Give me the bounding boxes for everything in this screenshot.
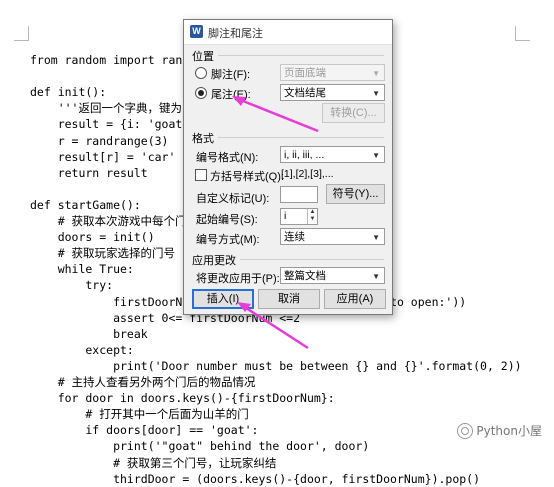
start-at-label: 起始编号(S):	[196, 214, 258, 226]
custom-mark-label: 自定义标记(U):	[196, 193, 270, 205]
dialog-title: 脚注和尾注	[208, 28, 263, 40]
chevron-down-icon: ▼	[372, 151, 380, 160]
numbering-select[interactable]: 连续 ▼	[280, 228, 385, 245]
position-separator	[218, 55, 384, 56]
endnote-radio[interactable]	[195, 87, 207, 99]
code-line: result[r] = 'car'	[30, 149, 176, 164]
footnote-label: 脚注(F):	[211, 69, 251, 81]
spin-up-down-icon[interactable]: ▲ ▼	[307, 209, 317, 224]
chevron-down-icon: ▼	[372, 233, 380, 242]
code-line: # 主持人查看另外两个门后的物品情况	[30, 375, 256, 389]
format-separator	[218, 137, 384, 138]
watermark-text: Python小屋	[476, 424, 542, 438]
apply-to-label: 将更改应用于(P):	[196, 273, 280, 285]
endnote-label: 尾注(E):	[211, 89, 251, 101]
numbering-label: 编号方式(M):	[196, 234, 260, 246]
code-line: print('Door number must be between {} an…	[30, 358, 522, 373]
wps-app-icon: W	[190, 25, 203, 38]
bracket-style-preview: [1],[2],[3],...	[281, 168, 334, 180]
symbol-button[interactable]: 符号(Y)...	[326, 184, 385, 204]
chevron-down-icon: ▼	[372, 69, 380, 78]
apply-separator	[240, 259, 384, 260]
position-section-label: 位置	[192, 51, 214, 63]
code-line: thirdDoor = (doors.keys()-{door, firstDo…	[30, 471, 481, 486]
apply-to-select[interactable]: 整篇文档 ▼	[280, 267, 385, 284]
endnote-location-select[interactable]: 文档结尾 ▼	[280, 84, 385, 101]
code-line: try:	[30, 278, 114, 293]
number-format-label: 编号格式(N):	[196, 152, 259, 164]
code-line: def init():	[30, 85, 107, 100]
wechat-icon	[457, 422, 474, 439]
page-corner-mark-left	[14, 26, 29, 41]
code-line: doors = init()	[30, 230, 155, 245]
format-section-label: 格式	[192, 133, 214, 145]
cancel-button[interactable]: 取消	[258, 289, 320, 309]
bracket-style-label: 方括号样式(Q):	[210, 171, 284, 183]
code-line: def startGame():	[30, 197, 141, 212]
number-format-select[interactable]: i, ii, iii, ... ▼	[280, 146, 385, 163]
code-line: break	[30, 326, 148, 341]
apply-button[interactable]: 应用(A)	[324, 289, 386, 309]
footnote-radio[interactable]	[195, 67, 207, 79]
code-line: print('"goat" behind the door', door)	[30, 439, 370, 454]
insert-button[interactable]: 插入(I)	[192, 289, 254, 309]
page-corner-mark-right	[515, 26, 530, 41]
bracket-style-checkbox[interactable]	[195, 169, 207, 181]
start-at-input[interactable]: i ▲ ▼	[280, 208, 318, 225]
watermark: Python小屋	[457, 422, 542, 439]
custom-mark-input[interactable]	[280, 186, 318, 203]
dialog-titlebar[interactable]: W 脚注和尾注	[184, 20, 392, 45]
chevron-down-icon: ▼	[372, 272, 380, 281]
code-line: if doors[door] == 'goat':	[30, 423, 259, 438]
code-line: # 获取第三个门号，让玩家纠结	[30, 455, 277, 470]
code-line: return result	[30, 165, 148, 180]
code-line: for door in doors.keys()-{firstDoorNum}:	[30, 391, 335, 406]
convert-button[interactable]: 转换(C)...	[322, 103, 385, 123]
code-line: # 打开其中一个后面为山羊的门	[30, 407, 249, 422]
chevron-down-icon: ▼	[372, 89, 380, 98]
code-line: while True:	[30, 262, 134, 277]
apply-section-label: 应用更改	[192, 255, 236, 267]
footnote-endnote-dialog: W 脚注和尾注 位置 脚注(F): 页面底端 ▼ 尾注(E): 文档结尾 ▼ 转换(…	[183, 19, 393, 315]
code-line: # 获取玩家选择的门号	[30, 246, 176, 261]
code-line: r = randrange(3)	[30, 133, 169, 148]
code-line: except:	[30, 342, 134, 357]
footnote-location-select[interactable]: 页面底端 ▼	[280, 64, 385, 81]
